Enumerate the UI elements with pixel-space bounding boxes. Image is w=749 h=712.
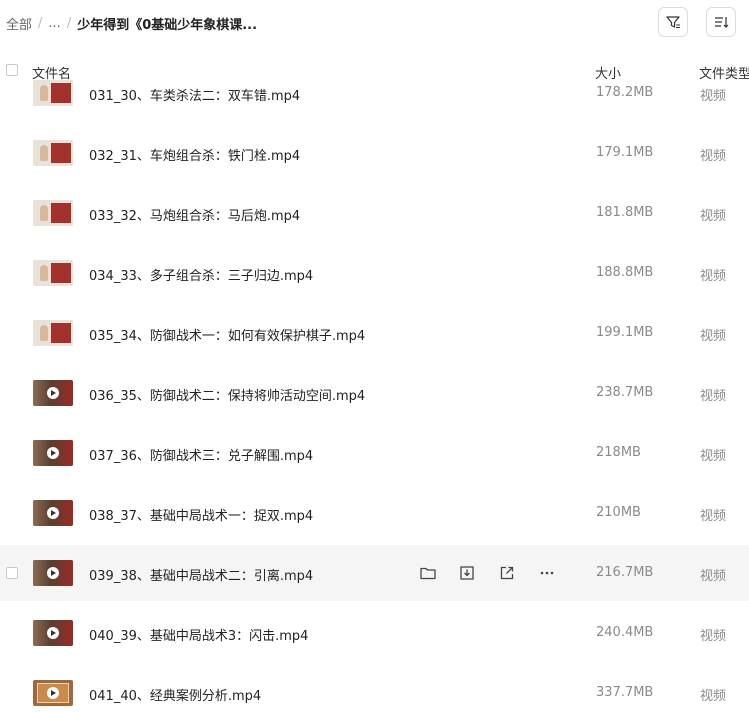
file-size: 179.1MB (596, 145, 654, 160)
move-to-folder-button[interactable] (417, 562, 439, 584)
file-name[interactable]: 039_38、基础中局战术二：引离.mp4 (89, 565, 313, 584)
file-size: 337.7MB (596, 685, 654, 700)
file-list: 031_30、车类杀法二：双车错.mp4 178.2MB 视频 032_31、车… (0, 63, 749, 712)
file-name[interactable]: 032_31、车炮组合杀：铁门栓.mp4 (89, 145, 300, 164)
file-name[interactable]: 036_35、防御战术二：保持将帅活动空间.mp4 (89, 385, 365, 404)
file-size: 199.1MB (596, 325, 654, 340)
breadcrumb-root[interactable]: 全部 (6, 14, 32, 33)
sort-icon (715, 17, 729, 28)
video-thumbnail (33, 80, 73, 106)
file-size: 188.8MB (596, 265, 654, 280)
breadcrumb-ellipsis[interactable]: ... (48, 16, 60, 31)
video-thumbnail (33, 560, 73, 586)
video-thumbnail (33, 380, 73, 406)
file-type: 视频 (700, 209, 727, 224)
row-checkbox[interactable] (6, 567, 18, 579)
play-icon (47, 627, 59, 639)
video-thumbnail (33, 320, 73, 346)
file-type: 视频 (700, 149, 727, 164)
share-button[interactable] (496, 562, 518, 584)
file-name[interactable]: 038_37、基础中局战术一：捉双.mp4 (89, 505, 313, 524)
file-type: 视频 (700, 569, 727, 584)
table-row[interactable]: 038_37、基础中局战术一：捉双.mp4 210MB 视频 (0, 485, 749, 541)
table-row[interactable]: 041_40、经典案例分析.mp4 337.7MB 视频 (0, 665, 749, 712)
more-icon (540, 571, 554, 575)
file-type: 视频 (700, 629, 727, 644)
video-thumbnail (33, 440, 73, 466)
table-row[interactable]: 039_38、基础中局战术二：引离.mp4 216.7MB 视频 (0, 545, 749, 601)
download-button[interactable] (456, 562, 478, 584)
file-name[interactable]: 031_30、车类杀法二：双车错.mp4 (89, 85, 300, 104)
download-icon (460, 566, 474, 580)
file-type: 视频 (700, 449, 727, 464)
table-row[interactable]: 037_36、防御战术三：兑子解围.mp4 218MB 视频 (0, 425, 749, 481)
table-row[interactable]: 040_39、基础中局战术3：闪击.mp4 240.4MB 视频 (0, 605, 749, 661)
breadcrumb-separator: / (66, 15, 72, 31)
file-name[interactable]: 034_33、多子组合杀：三子归边.mp4 (89, 265, 313, 284)
folder-icon (420, 567, 436, 580)
file-name[interactable]: 040_39、基础中局战术3：闪击.mp4 (89, 625, 308, 644)
file-type: 视频 (700, 329, 727, 344)
video-thumbnail (33, 620, 73, 646)
file-type: 视频 (700, 389, 727, 404)
file-size: 238.7MB (596, 385, 654, 400)
file-size: 181.8MB (596, 205, 654, 220)
file-size: 178.2MB (596, 85, 654, 100)
file-size: 218MB (596, 445, 641, 460)
breadcrumb-current: 少年得到《0基础少年象棋课... (77, 17, 258, 33)
video-thumbnail (33, 140, 73, 166)
file-type: 视频 (700, 689, 727, 704)
file-name[interactable]: 035_34、防御战术一：如何有效保护棋子.mp4 (89, 325, 365, 344)
play-icon (47, 507, 59, 519)
file-type: 视频 (700, 269, 727, 284)
video-thumbnail (33, 260, 73, 286)
share-icon (500, 566, 514, 580)
play-icon (47, 447, 59, 459)
file-size: 240.4MB (596, 625, 654, 640)
video-thumbnail (33, 500, 73, 526)
breadcrumb-separator: / (38, 15, 43, 31)
more-options-button[interactable] (536, 562, 558, 584)
file-size: 216.7MB (596, 565, 654, 580)
table-row[interactable]: 031_30、车类杀法二：双车错.mp4 178.2MB 视频 (0, 65, 749, 121)
file-size: 210MB (596, 505, 641, 520)
table-row[interactable]: 034_33、多子组合杀：三子归边.mp4 188.8MB 视频 (0, 245, 749, 301)
video-thumbnail (33, 680, 73, 706)
table-row[interactable]: 032_31、车炮组合杀：铁门栓.mp4 179.1MB 视频 (0, 125, 749, 181)
filter-button[interactable] (658, 7, 688, 37)
play-icon (47, 567, 59, 579)
video-thumbnail (33, 200, 73, 226)
file-name[interactable]: 033_32、马炮组合杀：马后炮.mp4 (89, 205, 300, 224)
file-type: 视频 (700, 89, 727, 104)
sort-button[interactable] (706, 7, 736, 37)
table-row[interactable]: 036_35、防御战术二：保持将帅活动空间.mp4 238.7MB 视频 (0, 365, 749, 421)
file-type: 视频 (700, 509, 727, 524)
table-row[interactable]: 033_32、马炮组合杀：马后炮.mp4 181.8MB 视频 (0, 185, 749, 241)
table-row[interactable]: 035_34、防御战术一：如何有效保护棋子.mp4 199.1MB 视频 (0, 305, 749, 361)
filter-icon (666, 16, 680, 29)
play-icon (47, 687, 59, 699)
play-icon (47, 387, 59, 399)
file-name[interactable]: 041_40、经典案例分析.mp4 (89, 685, 261, 704)
file-name[interactable]: 037_36、防御战术三：兑子解围.mp4 (89, 445, 313, 464)
breadcrumb: 全部 / ... / 少年得到《0基础少年象棋课... (6, 13, 257, 33)
